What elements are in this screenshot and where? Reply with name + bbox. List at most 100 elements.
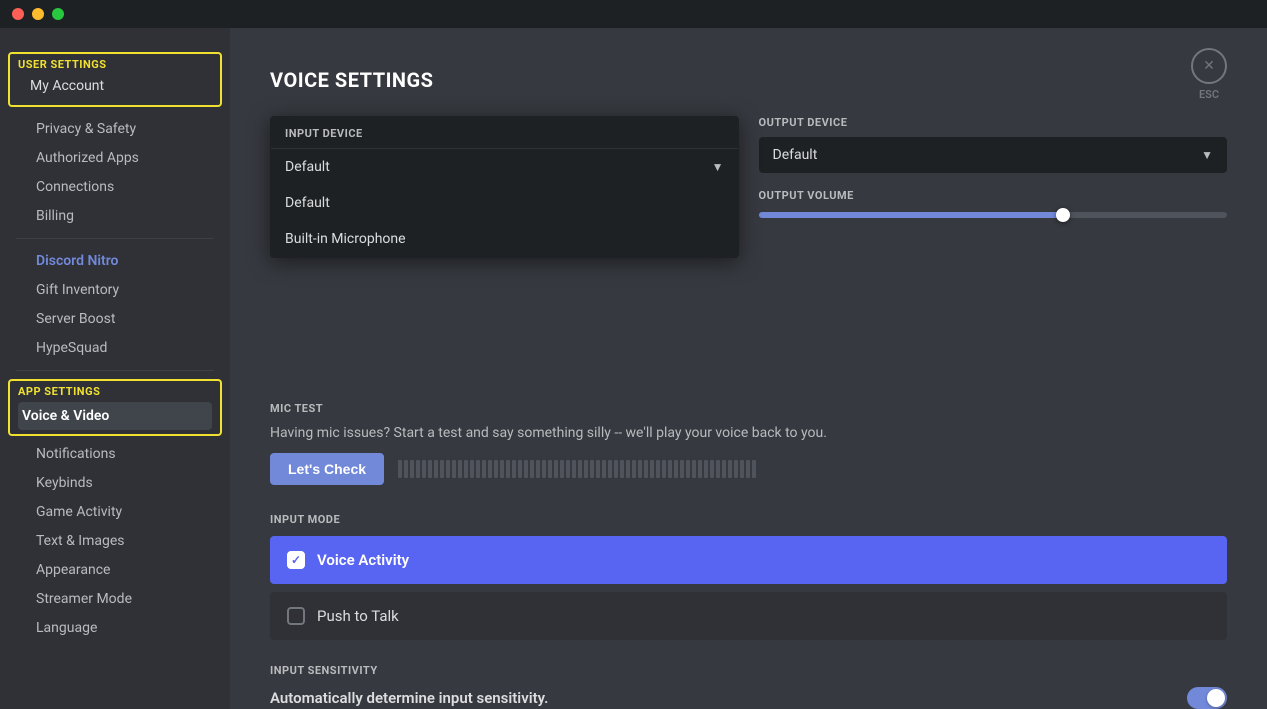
- sidebar-item-gift-inventory[interactable]: Gift Inventory: [8, 276, 222, 304]
- mic-bar: [518, 460, 522, 478]
- mic-bar: [560, 460, 564, 478]
- sidebar-item-keybinds[interactable]: Keybinds: [8, 469, 222, 497]
- mic-bar: [734, 460, 738, 478]
- mic-bar: [632, 460, 636, 478]
- mic-bar: [584, 460, 588, 478]
- output-volume-track[interactable]: [759, 212, 1228, 218]
- esc-button[interactable]: ✕ ESC: [1191, 48, 1227, 101]
- page-title: VOICE SETTINGS: [270, 68, 1227, 92]
- sidebar-item-appearance[interactable]: Appearance: [8, 556, 222, 584]
- mic-bar: [542, 460, 546, 478]
- input-mode-label: INPUT MODE: [270, 513, 1227, 526]
- mic-bar: [476, 460, 480, 478]
- sidebar: USER SETTINGS My Account Privacy & Safet…: [0, 28, 230, 709]
- mic-bar: [530, 460, 534, 478]
- mic-bar: [524, 460, 528, 478]
- input-device-dropdown[interactable]: INPUT DEVICE Default ▼ Default Built-in …: [270, 116, 739, 258]
- mic-bar: [608, 460, 612, 478]
- mic-bar: [404, 460, 408, 478]
- mic-bar: [710, 460, 714, 478]
- mic-bar: [596, 460, 600, 478]
- mic-bar: [464, 460, 468, 478]
- mic-bar: [440, 460, 444, 478]
- sidebar-item-billing[interactable]: Billing: [8, 202, 222, 230]
- voice-activity-label: Voice Activity: [317, 551, 409, 569]
- user-settings-label: USER SETTINGS: [18, 58, 212, 71]
- sidebar-item-voice-video[interactable]: Voice & Video: [18, 402, 212, 430]
- mic-bar: [644, 460, 648, 478]
- output-volume-section: OUTPUT VOLUME: [759, 189, 1228, 218]
- push-to-talk-checkbox: [287, 607, 305, 625]
- output-chevron-icon: ▼: [1201, 148, 1213, 162]
- mic-bar: [722, 460, 726, 478]
- sidebar-divider-1: [16, 238, 214, 239]
- sidebar-item-privacy-safety[interactable]: Privacy & Safety: [8, 115, 222, 143]
- sidebar-item-game-activity[interactable]: Game Activity: [8, 498, 222, 526]
- auto-sensitivity-toggle[interactable]: [1187, 687, 1227, 709]
- mic-bar: [686, 460, 690, 478]
- sidebar-item-server-boost[interactable]: Server Boost: [8, 305, 222, 333]
- input-device-option-builtin[interactable]: Built-in Microphone: [271, 221, 738, 257]
- mic-bar: [752, 460, 756, 478]
- sidebar-item-text-images[interactable]: Text & Images: [8, 527, 222, 555]
- mic-bar: [488, 460, 492, 478]
- sidebar-item-discord-nitro[interactable]: Discord Nitro: [8, 247, 222, 275]
- output-device-col: OUTPUT DEVICE Default ▼ OUTPUT VOLUME: [759, 116, 1228, 242]
- toggle-thumb: [1207, 689, 1225, 707]
- mic-bar: [458, 460, 462, 478]
- esc-circle: ✕: [1191, 48, 1227, 84]
- sidebar-item-notifications[interactable]: Notifications: [8, 440, 222, 468]
- titlebar: [0, 0, 1267, 28]
- mic-bar: [428, 460, 432, 478]
- output-volume-slider-container[interactable]: [759, 212, 1228, 218]
- mic-bar: [716, 460, 720, 478]
- sidebar-item-streamer-mode[interactable]: Streamer Mode: [8, 585, 222, 613]
- minimize-button[interactable]: [32, 8, 44, 20]
- output-device-select[interactable]: Default ▼: [759, 137, 1228, 173]
- mic-bar: [416, 460, 420, 478]
- input-mode-section: INPUT MODE Voice Activity Push to Talk: [270, 513, 1227, 640]
- mic-test-row: Let's Check: [270, 453, 1227, 485]
- input-device-selected-row[interactable]: Default ▼: [271, 149, 738, 185]
- mic-bar: [398, 460, 402, 478]
- mic-bar: [410, 460, 414, 478]
- mic-bar: [434, 460, 438, 478]
- sidebar-item-my-account[interactable]: My Account: [26, 72, 204, 100]
- maximize-button[interactable]: [52, 8, 64, 20]
- mic-bar: [572, 460, 576, 478]
- push-to-talk-option[interactable]: Push to Talk: [270, 592, 1227, 640]
- mic-bar: [614, 460, 618, 478]
- input-device-options: Default Built-in Microphone: [271, 185, 738, 257]
- input-device-label: INPUT DEVICE: [271, 117, 738, 149]
- auto-sensitivity-row: Automatically determine input sensitivit…: [270, 687, 1227, 709]
- output-volume-thumb[interactable]: [1056, 208, 1070, 222]
- output-volume-label: OUTPUT VOLUME: [759, 189, 1228, 202]
- sidebar-item-language[interactable]: Language: [8, 614, 222, 642]
- voice-activity-option[interactable]: Voice Activity: [270, 536, 1227, 584]
- esc-label: ESC: [1199, 88, 1219, 101]
- mic-bar: [494, 460, 498, 478]
- mic-bar: [746, 460, 750, 478]
- sidebar-item-hypesquad[interactable]: HypeSquad: [8, 334, 222, 362]
- sidebar-item-connections[interactable]: Connections: [8, 173, 222, 201]
- device-row: INPUT DEVICE Default ▼ Default Built-in …: [270, 116, 1227, 242]
- mic-bar: [728, 460, 732, 478]
- sidebar-divider-2: [16, 370, 214, 371]
- sidebar-item-authorized-apps[interactable]: Authorized Apps: [8, 144, 222, 172]
- push-to-talk-label: Push to Talk: [317, 607, 399, 625]
- output-device-value: Default: [773, 147, 818, 163]
- output-device-label: OUTPUT DEVICE: [759, 116, 1228, 129]
- chevron-down-icon: ▼: [712, 160, 724, 174]
- mic-bar: [668, 460, 672, 478]
- mic-bar: [656, 460, 660, 478]
- input-device-option-default[interactable]: Default: [271, 185, 738, 221]
- lets-check-button[interactable]: Let's Check: [270, 453, 384, 485]
- mic-bar: [566, 460, 570, 478]
- input-sensitivity-section: INPUT SENSITIVITY Automatically determin…: [270, 664, 1227, 709]
- mic-bar: [548, 460, 552, 478]
- mic-bar: [482, 460, 486, 478]
- mic-test-label: MIC TEST: [270, 402, 1227, 415]
- mic-bar: [500, 460, 504, 478]
- close-button[interactable]: [12, 8, 24, 20]
- mic-bar: [578, 460, 582, 478]
